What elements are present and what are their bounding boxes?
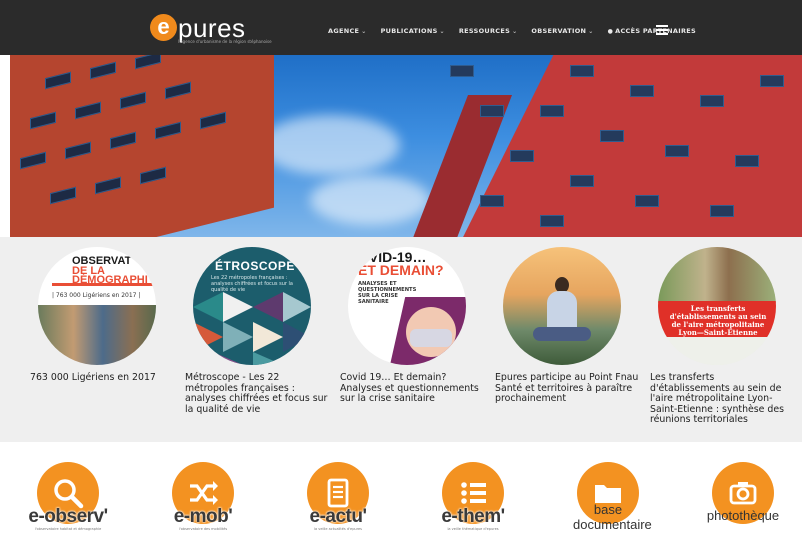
thumb-divider [52,283,156,286]
article-title[interactable]: Epures participe au Point Fnau Santé et … [495,372,640,405]
article-card[interactable]: Les transferts d'établissements au sein … [650,247,795,426]
link-e-mob[interactable]: e-mob' l'observatoire des mobilités [148,462,258,531]
link-e-them[interactable]: e-them' la veille thématique d'epures [418,462,528,531]
chevron-down-icon: ⌄ [361,28,367,35]
nav-acces-partenaires[interactable]: ● ACCÈS PARTENAIRES [608,27,696,35]
top-navbar: e pures l'agence d'urbanisme de la régio… [0,0,802,55]
article-thumbnail[interactable]: OVID-19… ET DEMAIN? ANALYSES ET QUESTION… [348,247,466,365]
articles-strip: OBSERVAT DE LA DÉMOGRAPHI | 763 000 Ligé… [0,237,802,442]
chevron-down-icon: ⌄ [588,28,594,35]
thumb-photo [658,247,776,303]
chevron-down-icon: ⌄ [512,28,518,35]
thumb-heading: OVID-19… ET DEMAIN? [358,250,444,278]
link-label[interactable]: e-actu' [283,506,393,528]
thumb-line: ET DEMAIN? [358,262,444,278]
nav-publications[interactable]: PUBLICATIONS ⌄ [381,27,445,35]
link-e-observ[interactable]: e-observ' l'observatoire habitat et démo… [13,462,123,531]
link-tagline: l'observatoire habitat et démographie [34,527,102,531]
thumb-heading: OBSERVAT DE LA DÉMOGRAPHI [72,256,148,286]
thumb-bottom [658,337,776,365]
nav-ressources[interactable]: RESSOURCES ⌄ [459,27,518,35]
link-label[interactable]: e-mob' [148,506,258,528]
lock-icon: ● [607,28,614,35]
hero-banner [10,55,802,237]
thumb-person [547,291,577,331]
link-tagline: la veille actualités d'epures [314,527,362,531]
link-e-actu[interactable]: e-actu' la veille actualités d'epures [283,462,393,531]
article-title[interactable]: Métroscope - Les 22 métropoles française… [185,372,330,415]
nav-agence-label: AGENCE [328,27,360,35]
epures-logo[interactable]: e pures l'agence d'urbanisme de la régio… [150,12,272,44]
article-thumbnail[interactable]: Les transferts d'établissements au sein … [658,247,776,365]
main-nav: AGENCE ⌄ PUBLICATIONS ⌄ RESSOURCES ⌄ OBSERV… [328,27,696,35]
article-card[interactable]: ÉTROSCOPE Les 22 métropoles françaises :… [185,247,330,415]
hamburger-menu-icon[interactable] [656,25,668,35]
nav-publications-label: PUBLICATIONS [380,27,438,35]
link-label[interactable]: photothèque [688,508,798,523]
article-thumbnail[interactable]: OBSERVAT DE LA DÉMOGRAPHI | 763 000 Ligé… [38,247,156,365]
thumb-pattern [193,292,311,365]
chevron-down-icon: ⌄ [439,28,445,35]
article-card[interactable]: OBSERVAT DE LA DÉMOGRAPHI | 763 000 Ligé… [30,247,175,384]
link-label[interactable]: e-them' [418,506,528,528]
article-card[interactable]: Epures participe au Point Fnau Santé et … [495,247,640,405]
article-title[interactable]: Covid 19… Et demain? Analyses et questio… [340,372,485,405]
nav-observation-label: OBSERVATION [531,27,587,35]
article-card[interactable]: OVID-19… ET DEMAIN? ANALYSES ET QUESTION… [340,247,485,405]
thumb-subtitle: | 763 000 Ligériens en 2017 | [52,292,141,299]
link-phototheque[interactable]: photothèque [688,462,798,524]
thumb-band-text: Les transferts d'établissements au sein … [669,304,767,337]
article-thumbnail[interactable]: ÉTROSCOPE Les 22 métropoles françaises :… [193,247,311,365]
article-title[interactable]: 763 000 Ligériens en 2017 [30,372,175,384]
thumb-photo [38,305,156,365]
link-tagline: la veille thématique d'epures [447,527,499,531]
nav-ressources-label: RESSOURCES [458,27,511,35]
logo-letter: e [150,14,177,41]
link-label[interactable]: e-observ' [13,506,123,528]
logo-word: pures [178,12,246,43]
quick-links: e-observ' l'observatoire habitat et démo… [0,442,802,552]
nav-agence[interactable]: AGENCE ⌄ [328,27,367,35]
link-label[interactable]: base documentaire [573,502,652,532]
link-base-documentaire[interactable]: base documentaire [553,462,663,532]
article-thumbnail[interactable] [503,247,621,365]
logo-tagline: l'agence d'urbanisme de la région stépha… [178,39,272,44]
thumb-mask [410,329,452,347]
nav-observation[interactable]: OBSERVATION ⌄ [531,27,593,35]
article-title[interactable]: Les transferts d'établissements au sein … [650,372,795,426]
thumb-person-legs [533,327,591,341]
link-tagline: l'observatoire des mobilités [178,527,228,531]
